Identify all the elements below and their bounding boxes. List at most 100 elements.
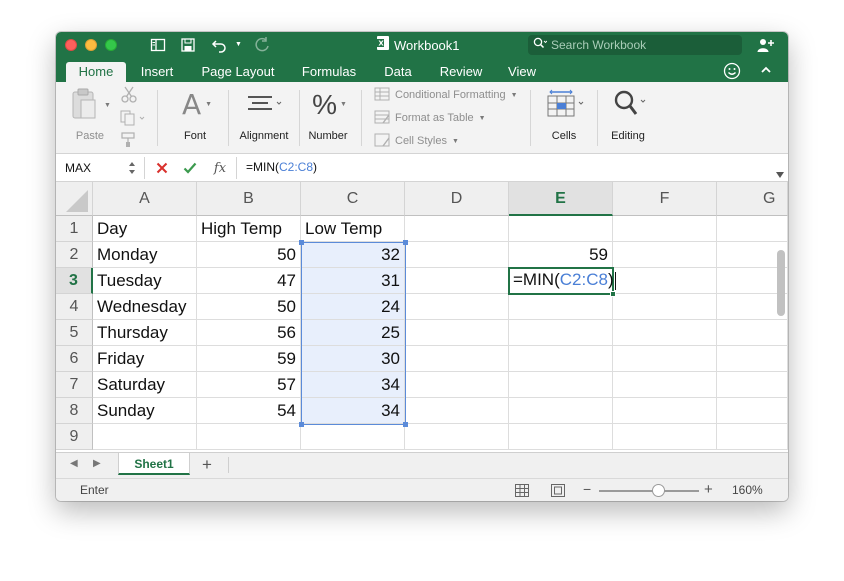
column-header-g[interactable]: G — [717, 182, 788, 216]
row-header-8[interactable]: 8 — [56, 398, 93, 424]
cell-f3[interactable] — [613, 268, 717, 294]
cell-a5[interactable]: Thursday — [93, 320, 197, 346]
add-sheet-plus-icon[interactable]: + — [202, 455, 212, 475]
tab-review[interactable]: Review — [434, 62, 488, 82]
format-painter-brush-icon[interactable] — [120, 132, 138, 153]
cell-d9[interactable] — [405, 424, 509, 450]
cell-e7[interactable] — [509, 372, 613, 398]
cell-a1[interactable]: Day — [93, 216, 197, 242]
conditional-formatting-button[interactable]: Conditional Formatting ▼ — [374, 86, 518, 104]
cell-d3[interactable] — [405, 268, 509, 294]
format-as-table-button[interactable]: Format as Table ▼ — [374, 109, 486, 127]
fill-handle[interactable] — [610, 291, 616, 297]
cell-c7[interactable]: 34 — [301, 372, 405, 398]
active-cell-e3[interactable]: =MIN(C2:C8) — [508, 267, 616, 295]
previous-sheet-arrow-icon[interactable]: ◀ — [70, 458, 78, 469]
cell-c6[interactable]: 30 — [301, 346, 405, 372]
column-header-d[interactable]: D — [405, 182, 509, 216]
cell-g5[interactable] — [717, 320, 788, 346]
page-layout-view-icon[interactable] — [551, 484, 565, 501]
collapse-ribbon-chevron-icon[interactable] — [760, 64, 772, 80]
tab-home[interactable]: Home — [66, 62, 126, 82]
cell-e6[interactable] — [509, 346, 613, 372]
zoom-level[interactable]: 160% — [732, 483, 763, 497]
cell-e5[interactable] — [509, 320, 613, 346]
column-header-c[interactable]: C — [301, 182, 405, 216]
cell-e9[interactable] — [509, 424, 613, 450]
cell-a3[interactable]: Tuesday — [93, 268, 197, 294]
cell-d8[interactable] — [405, 398, 509, 424]
cell-d4[interactable] — [405, 294, 509, 320]
cell-e1[interactable] — [509, 216, 613, 242]
spreadsheet-grid[interactable]: A B C D E F G 1 2 3 4 5 6 7 8 9 Day High … — [56, 182, 788, 452]
cut-scissors-icon[interactable] — [120, 86, 138, 109]
tab-view[interactable]: View — [502, 62, 542, 82]
confirm-entry-check-icon[interactable] — [180, 158, 200, 178]
cell-a8[interactable]: Sunday — [93, 398, 197, 424]
row-header-3[interactable]: 3 — [56, 268, 93, 294]
font-button[interactable]: A ▼ Font — [164, 88, 226, 148]
expand-formula-bar-chevron-icon[interactable] — [776, 165, 784, 183]
search-input[interactable] — [551, 38, 731, 52]
copy-icon[interactable] — [120, 110, 146, 131]
row-header-7[interactable]: 7 — [56, 372, 93, 398]
name-box-stepper-icon[interactable] — [128, 158, 136, 183]
cell-f6[interactable] — [613, 346, 717, 372]
cell-c5[interactable]: 25 — [301, 320, 405, 346]
cell-g7[interactable] — [717, 372, 788, 398]
cell-d1[interactable] — [405, 216, 509, 242]
cell-d6[interactable] — [405, 346, 509, 372]
cancel-entry-x-icon[interactable] — [152, 158, 172, 178]
cell-c1[interactable]: Low Temp — [301, 216, 405, 242]
cell-styles-button[interactable]: Cell Styles ▼ — [374, 132, 459, 150]
insert-function-fx-icon[interactable]: fx — [210, 158, 230, 178]
cell-g8[interactable] — [717, 398, 788, 424]
cell-e4[interactable] — [509, 294, 613, 320]
paste-button[interactable]: ▼ Paste — [64, 88, 116, 148]
cell-f5[interactable] — [613, 320, 717, 346]
row-header-1[interactable]: 1 — [56, 216, 93, 242]
cell-b2[interactable]: 50 — [197, 242, 301, 268]
cell-c4[interactable]: 24 — [301, 294, 405, 320]
cell-c9[interactable] — [301, 424, 405, 450]
cell-g1[interactable] — [717, 216, 788, 242]
cell-c3[interactable]: 31 — [301, 268, 405, 294]
cell-f8[interactable] — [613, 398, 717, 424]
smiley-feedback-icon[interactable] — [723, 62, 741, 80]
minimize-window-button[interactable] — [85, 39, 97, 51]
next-sheet-arrow-icon[interactable]: ▶ — [93, 458, 101, 469]
cell-a2[interactable]: Monday — [93, 242, 197, 268]
column-header-f[interactable]: F — [613, 182, 717, 216]
cell-a9[interactable] — [93, 424, 197, 450]
cell-d2[interactable] — [405, 242, 509, 268]
cell-b4[interactable]: 50 — [197, 294, 301, 320]
cell-f2[interactable] — [613, 242, 717, 268]
column-header-a[interactable]: A — [93, 182, 197, 216]
vertical-scrollbar-thumb[interactable] — [777, 250, 785, 316]
row-header-9[interactable]: 9 — [56, 424, 93, 450]
row-header-4[interactable]: 4 — [56, 294, 93, 320]
cell-b6[interactable]: 59 — [197, 346, 301, 372]
column-header-e[interactable]: E — [509, 182, 613, 216]
select-all-corner[interactable] — [56, 182, 93, 216]
tab-formulas[interactable]: Formulas — [296, 62, 362, 82]
cell-b5[interactable]: 56 — [197, 320, 301, 346]
row-header-5[interactable]: 5 — [56, 320, 93, 346]
normal-view-icon[interactable] — [515, 484, 529, 501]
undo-dropdown-chevron-icon[interactable]: ▼ — [235, 37, 242, 53]
editing-button[interactable]: Editing — [602, 88, 654, 148]
share-person-icon[interactable] — [757, 37, 775, 53]
undo-icon[interactable] — [211, 37, 227, 53]
cell-e2[interactable]: 59 — [509, 242, 613, 268]
sidebar-toggle-icon[interactable] — [150, 37, 166, 53]
cell-f4[interactable] — [613, 294, 717, 320]
cells-button[interactable]: Cells — [536, 88, 592, 148]
sheet-tab-sheet1[interactable]: Sheet1 — [118, 453, 190, 475]
search-box[interactable] — [528, 35, 742, 55]
cell-g9[interactable] — [717, 424, 788, 450]
cell-c8[interactable]: 34 — [301, 398, 405, 424]
number-button[interactable]: % ▼ Number — [302, 88, 354, 148]
cell-b7[interactable]: 57 — [197, 372, 301, 398]
close-window-button[interactable] — [65, 39, 77, 51]
cell-b3[interactable]: 47 — [197, 268, 301, 294]
